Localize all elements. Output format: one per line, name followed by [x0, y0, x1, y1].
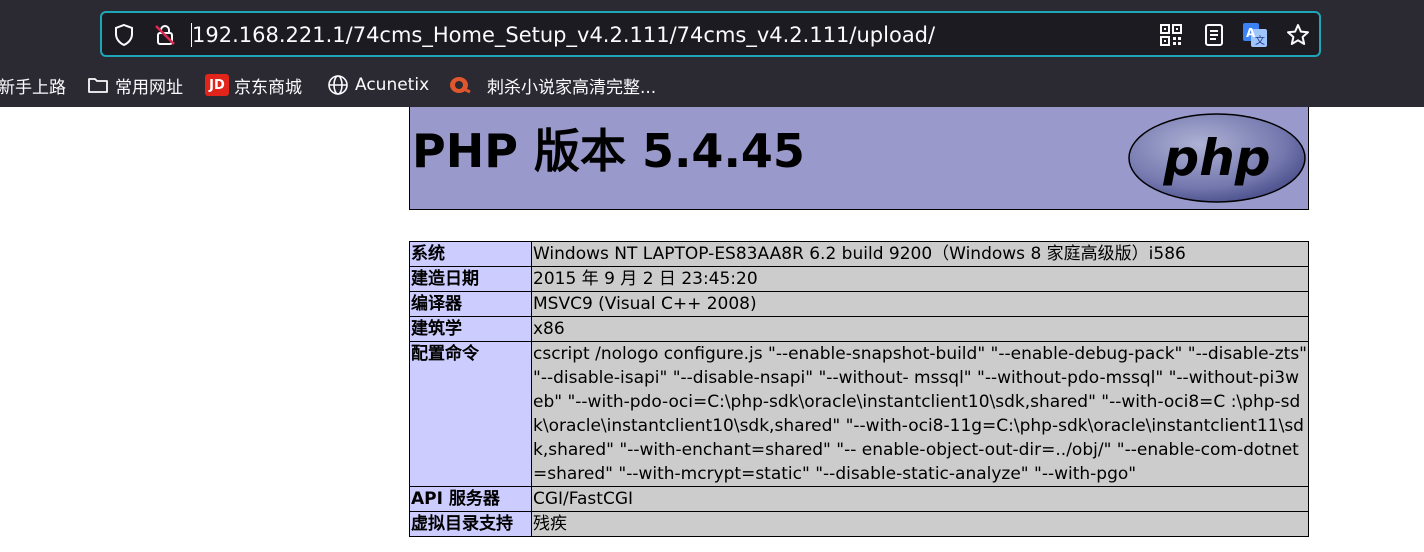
- bookmark-label: Acunetix: [355, 75, 430, 95]
- reader-view-icon[interactable]: [1201, 22, 1227, 48]
- globe-icon: [326, 73, 350, 97]
- bookmark-item[interactable]: JD 京东商城: [205, 68, 302, 102]
- star-bookmark-icon[interactable]: [1285, 22, 1311, 48]
- php-logo-icon: php: [1128, 113, 1306, 203]
- page-title: PHP 版本 5.4.45: [412, 124, 805, 178]
- row-key: 系统: [409, 241, 532, 267]
- bookmark-label: 常用网址: [115, 77, 183, 98]
- bookmarks-toolbar: 新手上路 常用网址 JD 京东商城 Acunetix 刺杀小说家高清完整...: [0, 68, 1424, 102]
- row-key: API 服务器: [409, 486, 532, 512]
- site-favicon-icon: [448, 73, 472, 97]
- bookmark-item[interactable]: 刺杀小说家高清完整...: [448, 68, 656, 102]
- bookmark-label: 刺杀小说家高清完整...: [487, 77, 657, 98]
- row-value: 2015 年 9 月 2 日 23:45:20: [531, 266, 1309, 292]
- jd-logo-icon: JD: [205, 73, 229, 97]
- table-row: 配置命令 cscript /nologo configure.js "--ena…: [409, 341, 1309, 487]
- shield-icon[interactable]: [111, 22, 137, 48]
- row-value: 残疾: [531, 511, 1309, 537]
- row-key: 编译器: [409, 291, 532, 317]
- row-value: cscript /nologo configure.js "--enable-s…: [531, 341, 1309, 487]
- row-value: Windows NT LAPTOP-ES83AA8R 6.2 build 920…: [531, 241, 1309, 267]
- php-info-table: 系统 Windows NT LAPTOP-ES83AA8R 6.2 build …: [409, 241, 1309, 537]
- row-key: 配置命令: [409, 341, 532, 487]
- bookmark-label: 新手上路: [0, 77, 66, 98]
- table-row: 系统 Windows NT LAPTOP-ES83AA8R 6.2 build …: [409, 241, 1309, 267]
- bookmark-item[interactable]: 新手上路: [0, 68, 66, 102]
- table-row: 编译器 MSVC9 (Visual C++ 2008): [409, 291, 1309, 317]
- bookmark-label: 京东商城: [234, 77, 302, 98]
- row-value: x86: [531, 316, 1309, 342]
- translate-icon[interactable]: A 文: [1242, 22, 1268, 48]
- row-key: 虚拟目录支持: [409, 511, 532, 537]
- table-row: 建造日期 2015 年 9 月 2 日 23:45:20: [409, 266, 1309, 292]
- insecure-lock-icon[interactable]: [152, 22, 178, 48]
- phpinfo-header: PHP 版本 5.4.45 php: [409, 107, 1309, 210]
- bookmark-folder[interactable]: 常用网址: [86, 68, 183, 102]
- row-key: 建筑学: [409, 316, 532, 342]
- table-row: API 服务器 CGI/FastCGI: [409, 486, 1309, 512]
- url-text[interactable]: 192.168.221.1/74cms_Home_Setup_v4.2.111/…: [192, 22, 935, 48]
- svg-text:文: 文: [1255, 34, 1265, 47]
- qr-code-icon[interactable]: [1158, 22, 1184, 48]
- php-logo-text: php: [1162, 129, 1270, 187]
- bookmark-item[interactable]: Acunetix: [326, 68, 429, 102]
- row-value: CGI/FastCGI: [531, 486, 1309, 512]
- address-bar[interactable]: 192.168.221.1/74cms_Home_Setup_v4.2.111/…: [100, 11, 1321, 57]
- table-row: 建筑学 x86: [409, 316, 1309, 342]
- table-row: 虚拟目录支持 残疾: [409, 511, 1309, 537]
- folder-icon: [86, 73, 110, 97]
- browser-chrome: 192.168.221.1/74cms_Home_Setup_v4.2.111/…: [0, 0, 1424, 107]
- jd-badge: JD: [205, 74, 229, 96]
- row-key: 建造日期: [409, 266, 532, 292]
- row-value: MSVC9 (Visual C++ 2008): [531, 291, 1309, 317]
